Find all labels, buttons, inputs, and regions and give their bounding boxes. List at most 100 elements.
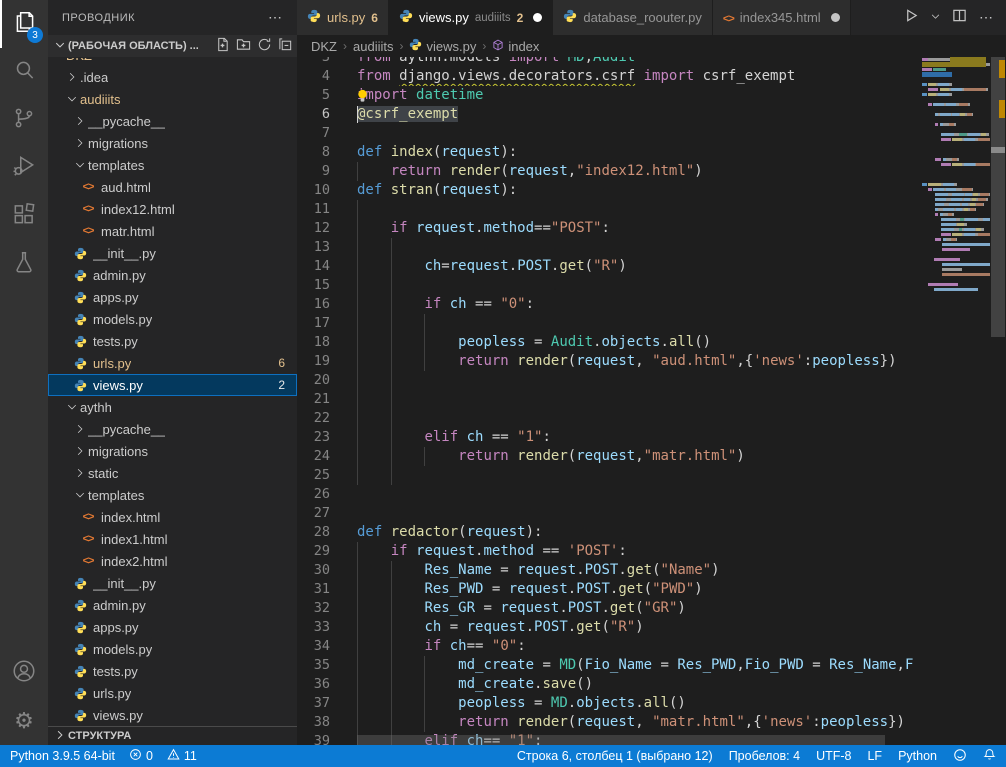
refresh-icon[interactable]	[257, 37, 272, 55]
code-line-34[interactable]: 34 if ch== "0":	[297, 637, 922, 656]
code-line-13[interactable]: 13	[297, 238, 922, 257]
code-line-18[interactable]: 18 peopless = Audit.objects.all()	[297, 333, 922, 352]
code-line-25[interactable]: 25	[297, 466, 922, 485]
code-line-26[interactable]: 26	[297, 485, 922, 504]
bell-button[interactable]	[983, 748, 996, 764]
tree-item-apps.py[interactable]: apps.py	[48, 286, 297, 308]
tree-item-templates[interactable]: templates	[48, 154, 297, 176]
split-editor-icon[interactable]	[952, 8, 967, 28]
code-line-17[interactable]: 17	[297, 314, 922, 333]
code-line-5[interactable]: 5import datetime	[297, 86, 922, 105]
run-debug-view-button[interactable]	[0, 144, 48, 192]
new-file-icon[interactable]	[215, 37, 230, 55]
settings-button[interactable]: ⚙	[0, 697, 48, 745]
breadcrumb-item-index[interactable]: index	[492, 39, 539, 54]
status-LF[interactable]: LF	[867, 749, 882, 763]
chevron-down-icon[interactable]	[931, 12, 940, 24]
code-line-28[interactable]: 28def redactor(request):	[297, 523, 922, 542]
tree-item-tests.py[interactable]: tests.py	[48, 330, 297, 352]
code-line-30[interactable]: 30 Res_Name = request.POST.get("Name")	[297, 561, 922, 580]
horizontal-scrollbar[interactable]	[357, 735, 885, 745]
tree-item-.idea[interactable]: .idea	[48, 66, 297, 88]
breadcrumb-item-views.py[interactable]: views.py	[409, 38, 476, 54]
minimap[interactable]	[922, 57, 990, 745]
source-control-view-button[interactable]	[0, 96, 48, 144]
new-folder-icon[interactable]	[236, 37, 251, 55]
breadcrumb-item-DKZ[interactable]: DKZ	[311, 39, 337, 54]
tree-item-__init__.py[interactable]: __init__.py	[48, 242, 297, 264]
tab-views.py[interactable]: views.pyaudiiits2	[389, 0, 553, 35]
status-error-icon[interactable]: 0	[129, 748, 153, 764]
code-line-10[interactable]: 10def stran(request):	[297, 181, 922, 200]
status-Python[interactable]: Python	[898, 749, 937, 763]
code-line-29[interactable]: 29 if request.method == 'POST':	[297, 542, 922, 561]
tree-item-urls.py[interactable]: urls.py6	[48, 352, 297, 374]
code-line-11[interactable]: 11	[297, 200, 922, 219]
tab-urls.py[interactable]: urls.py6	[297, 0, 389, 35]
status-UTF-8[interactable]: UTF-8	[816, 749, 851, 763]
tree-item-index1.html[interactable]: <>index1.html	[48, 528, 297, 550]
tree-item-audiiits[interactable]: audiiits	[48, 88, 297, 110]
test-view-button[interactable]	[0, 240, 48, 288]
code-line-32[interactable]: 32 Res_GR = request.POST.get("GR")	[297, 599, 922, 618]
code-editor[interactable]: 3from aythh.models import MD,Audit4from …	[297, 57, 1006, 745]
tree-item-templates[interactable]: templates	[48, 484, 297, 506]
code-line-3[interactable]: 3from aythh.models import MD,Audit	[297, 57, 922, 67]
code-line-22[interactable]: 22	[297, 409, 922, 428]
code-line-20[interactable]: 20	[297, 371, 922, 390]
extensions-view-button[interactable]	[0, 192, 48, 240]
more-actions-icon[interactable]: ⋯	[979, 9, 994, 26]
tree-item-admin.py[interactable]: admin.py	[48, 594, 297, 616]
code-line-36[interactable]: 36 md_create.save()	[297, 675, 922, 694]
tree-item-apps.py[interactable]: apps.py	[48, 616, 297, 638]
tree-item-__pycache__[interactable]: __pycache__	[48, 110, 297, 132]
tree-item-__pycache__[interactable]: __pycache__	[48, 418, 297, 440]
code-line-14[interactable]: 14 ch=request.POST.get("R")	[297, 257, 922, 276]
tree-item-urls.py[interactable]: urls.py	[48, 682, 297, 704]
tree-item-views.py[interactable]: views.py	[48, 704, 297, 726]
tree-item-models.py[interactable]: models.py	[48, 638, 297, 660]
collapse-all-icon[interactable]	[278, 37, 293, 55]
tree-item-static[interactable]: static	[48, 462, 297, 484]
code-line-37[interactable]: 37 peopless = MD.objects.all()	[297, 694, 922, 713]
account-button[interactable]	[0, 649, 48, 697]
status-Python 3.9.5 64-bit[interactable]: Python 3.9.5 64-bit	[10, 749, 115, 763]
code-line-15[interactable]: 15	[297, 276, 922, 295]
feedback-button[interactable]	[953, 748, 967, 765]
tree-item-views.py[interactable]: views.py2	[48, 374, 297, 396]
code-line-24[interactable]: 24 return render(request,"matr.html")	[297, 447, 922, 466]
tab-index345.html[interactable]: <>index345.html	[713, 0, 851, 35]
workspace-section-header[interactable]: (РАБОЧАЯ ОБЛАСТЬ) ...	[48, 35, 297, 57]
code-line-38[interactable]: 38 return render(request, "matr.html",{'…	[297, 713, 922, 732]
status-Строка 6, столбец 1 (выбрано 12)[interactable]: Строка 6, столбец 1 (выбрано 12)	[517, 749, 713, 763]
tree-item-index2.html[interactable]: <>index2.html	[48, 550, 297, 572]
tree-item-index.html[interactable]: <>index.html	[48, 506, 297, 528]
code-line-33[interactable]: 33 ch = request.POST.get("R")	[297, 618, 922, 637]
status-Пробелов: 4[interactable]: Пробелов: 4	[729, 749, 800, 763]
code-line-19[interactable]: 19 return render(request, "aud.html",{'n…	[297, 352, 922, 371]
tree-item-migrations[interactable]: migrations	[48, 132, 297, 154]
tree-item-__init__.py[interactable]: __init__.py	[48, 572, 297, 594]
tree-item-tests.py[interactable]: tests.py	[48, 660, 297, 682]
code-line-21[interactable]: 21	[297, 390, 922, 409]
tree-item-DKZ[interactable]: DKZ	[48, 58, 297, 66]
tree-item-index12.html[interactable]: <>index12.html	[48, 198, 297, 220]
code-line-8[interactable]: 8def index(request):	[297, 143, 922, 162]
tab-database_roouter.py[interactable]: database_roouter.py	[553, 0, 713, 35]
code-line-27[interactable]: 27	[297, 504, 922, 523]
code-lines[interactable]: 3from aythh.models import MD,Audit4from …	[297, 57, 922, 745]
code-line-23[interactable]: 23 elif ch == "1":	[297, 428, 922, 447]
vertical-scrollbar[interactable]	[990, 57, 1006, 745]
breadcrumb-item-audiiits[interactable]: audiiits	[353, 39, 393, 54]
code-line-31[interactable]: 31 Res_PWD = request.POST.get("PWD")	[297, 580, 922, 599]
code-line-12[interactable]: 12 if request.method=="POST":	[297, 219, 922, 238]
tree-item-models.py[interactable]: models.py	[48, 308, 297, 330]
explorer-view-button[interactable]: 3	[0, 0, 48, 48]
tree-item-admin.py[interactable]: admin.py	[48, 264, 297, 286]
tree-item-aythh[interactable]: aythh	[48, 396, 297, 418]
scrollbar-thumb[interactable]	[991, 57, 1005, 337]
status-warning-icon[interactable]: 11	[167, 748, 197, 764]
code-line-9[interactable]: 9 return render(request,"index12.html")	[297, 162, 922, 181]
code-line-4[interactable]: 4from django.views.decorators.csrf impor…	[297, 67, 922, 86]
tree-item-matr.html[interactable]: <>matr.html	[48, 220, 297, 242]
